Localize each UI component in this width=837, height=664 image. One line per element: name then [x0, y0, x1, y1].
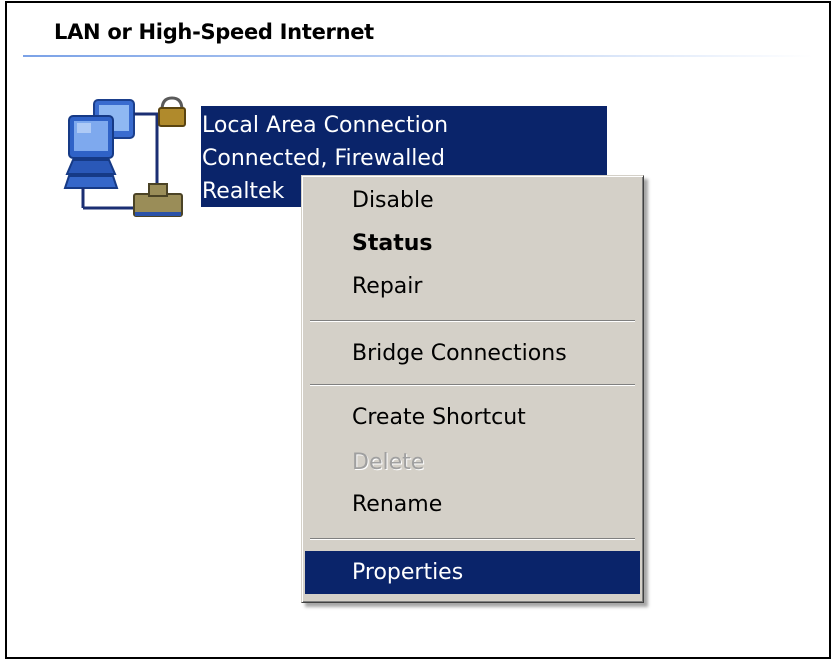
menu-item-bridge-connections[interactable]: Bridge Connections	[305, 334, 640, 374]
connection-status: Connected, Firewalled	[202, 146, 445, 171]
menu-separator	[310, 320, 635, 322]
menu-item-disable[interactable]: Disable	[305, 181, 640, 221]
menu-item-rename[interactable]: Rename	[305, 485, 640, 525]
menu-item-repair[interactable]: Repair	[305, 267, 640, 307]
menu-item-properties[interactable]: Properties	[305, 551, 640, 594]
section-divider	[23, 55, 813, 57]
menu-item-delete: Delete	[352, 450, 425, 475]
menu-separator	[310, 538, 635, 540]
section-header: LAN or High-Speed Internet	[54, 20, 374, 44]
network-connections-window: LAN or High-Speed Internet Local Area Co…	[5, 1, 831, 659]
menu-separator	[310, 384, 635, 386]
connection-name: Local Area Connection	[202, 113, 449, 138]
context-menu: Disable Status Repair Bridge Connections…	[301, 175, 644, 603]
menu-item-create-shortcut[interactable]: Create Shortcut	[305, 398, 640, 438]
menu-item-status[interactable]: Status	[305, 224, 640, 264]
network-connection-lock-icon[interactable]	[59, 96, 189, 221]
